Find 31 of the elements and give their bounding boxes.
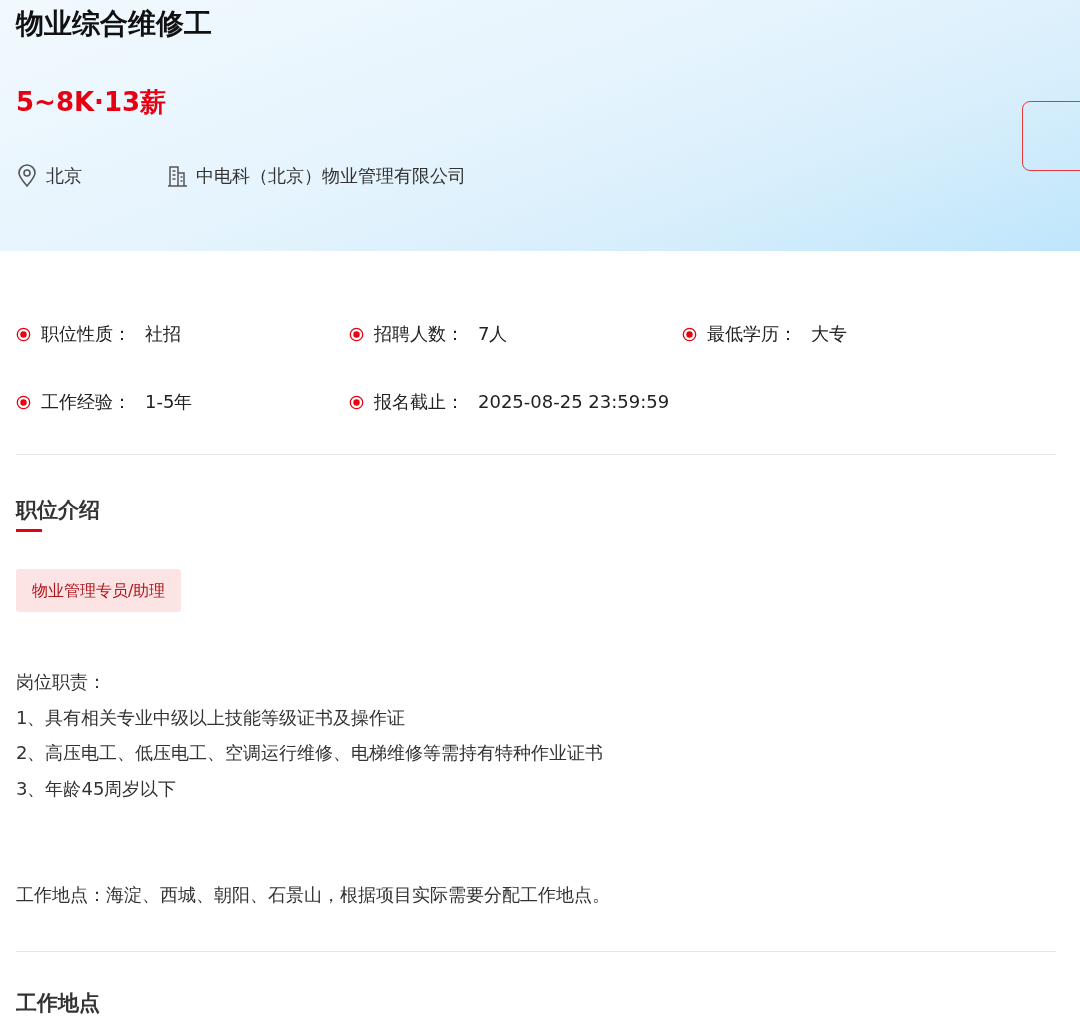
work-location-note: 工作地点：海淀、西城、朝阳、石景山，根据项目实际需要分配工作地点。 <box>16 877 1056 952</box>
attribute-label: 招聘人数： <box>374 322 464 346</box>
attribute-label: 报名截止： <box>374 390 464 414</box>
section-heading: 工作地点 <box>16 990 100 1017</box>
bullet-icon <box>349 326 364 342</box>
section-heading: 职位介绍 <box>16 497 100 524</box>
attribute-label: 职位性质： <box>41 322 131 346</box>
bullet-icon <box>682 326 697 342</box>
bullet-icon <box>16 394 31 410</box>
description-line: 3、年龄45周岁以下 <box>16 776 178 801</box>
attribute-label: 最低学历： <box>707 322 797 346</box>
job-title: 物业综合维修工 <box>16 6 213 42</box>
description-line: 岗位职责： <box>16 670 107 694</box>
bullet-icon <box>16 326 31 342</box>
building-icon <box>166 165 188 187</box>
attribute-value: 7人 <box>478 322 508 346</box>
attribute-value: 大专 <box>811 322 847 346</box>
company-name: 中电科（北京）物业管理有限公司 <box>196 164 466 188</box>
job-category-tag: 物业管理专员/助理 <box>16 569 182 612</box>
city: 北京 <box>46 164 82 188</box>
attribute-value: 社招 <box>145 322 181 346</box>
description-line: 2、高压电工、低压电工、空调运行维修、电梯维修等需持有特种作业证书 <box>16 741 605 765</box>
attribute-value: 1-5年 <box>145 390 193 414</box>
heading-underline <box>16 529 42 532</box>
attribute-label: 工作经验： <box>41 390 131 414</box>
attribute-value: 2025-08-25 23:59:59 <box>478 390 670 414</box>
description-line: 1、具有相关专业中级以上技能等级证书及操作证 <box>16 705 407 730</box>
location-pin-icon <box>16 164 38 188</box>
salary: 5~8K·13薪 <box>16 86 167 119</box>
action-button[interactable] <box>1022 101 1080 171</box>
bullet-icon <box>349 394 364 410</box>
